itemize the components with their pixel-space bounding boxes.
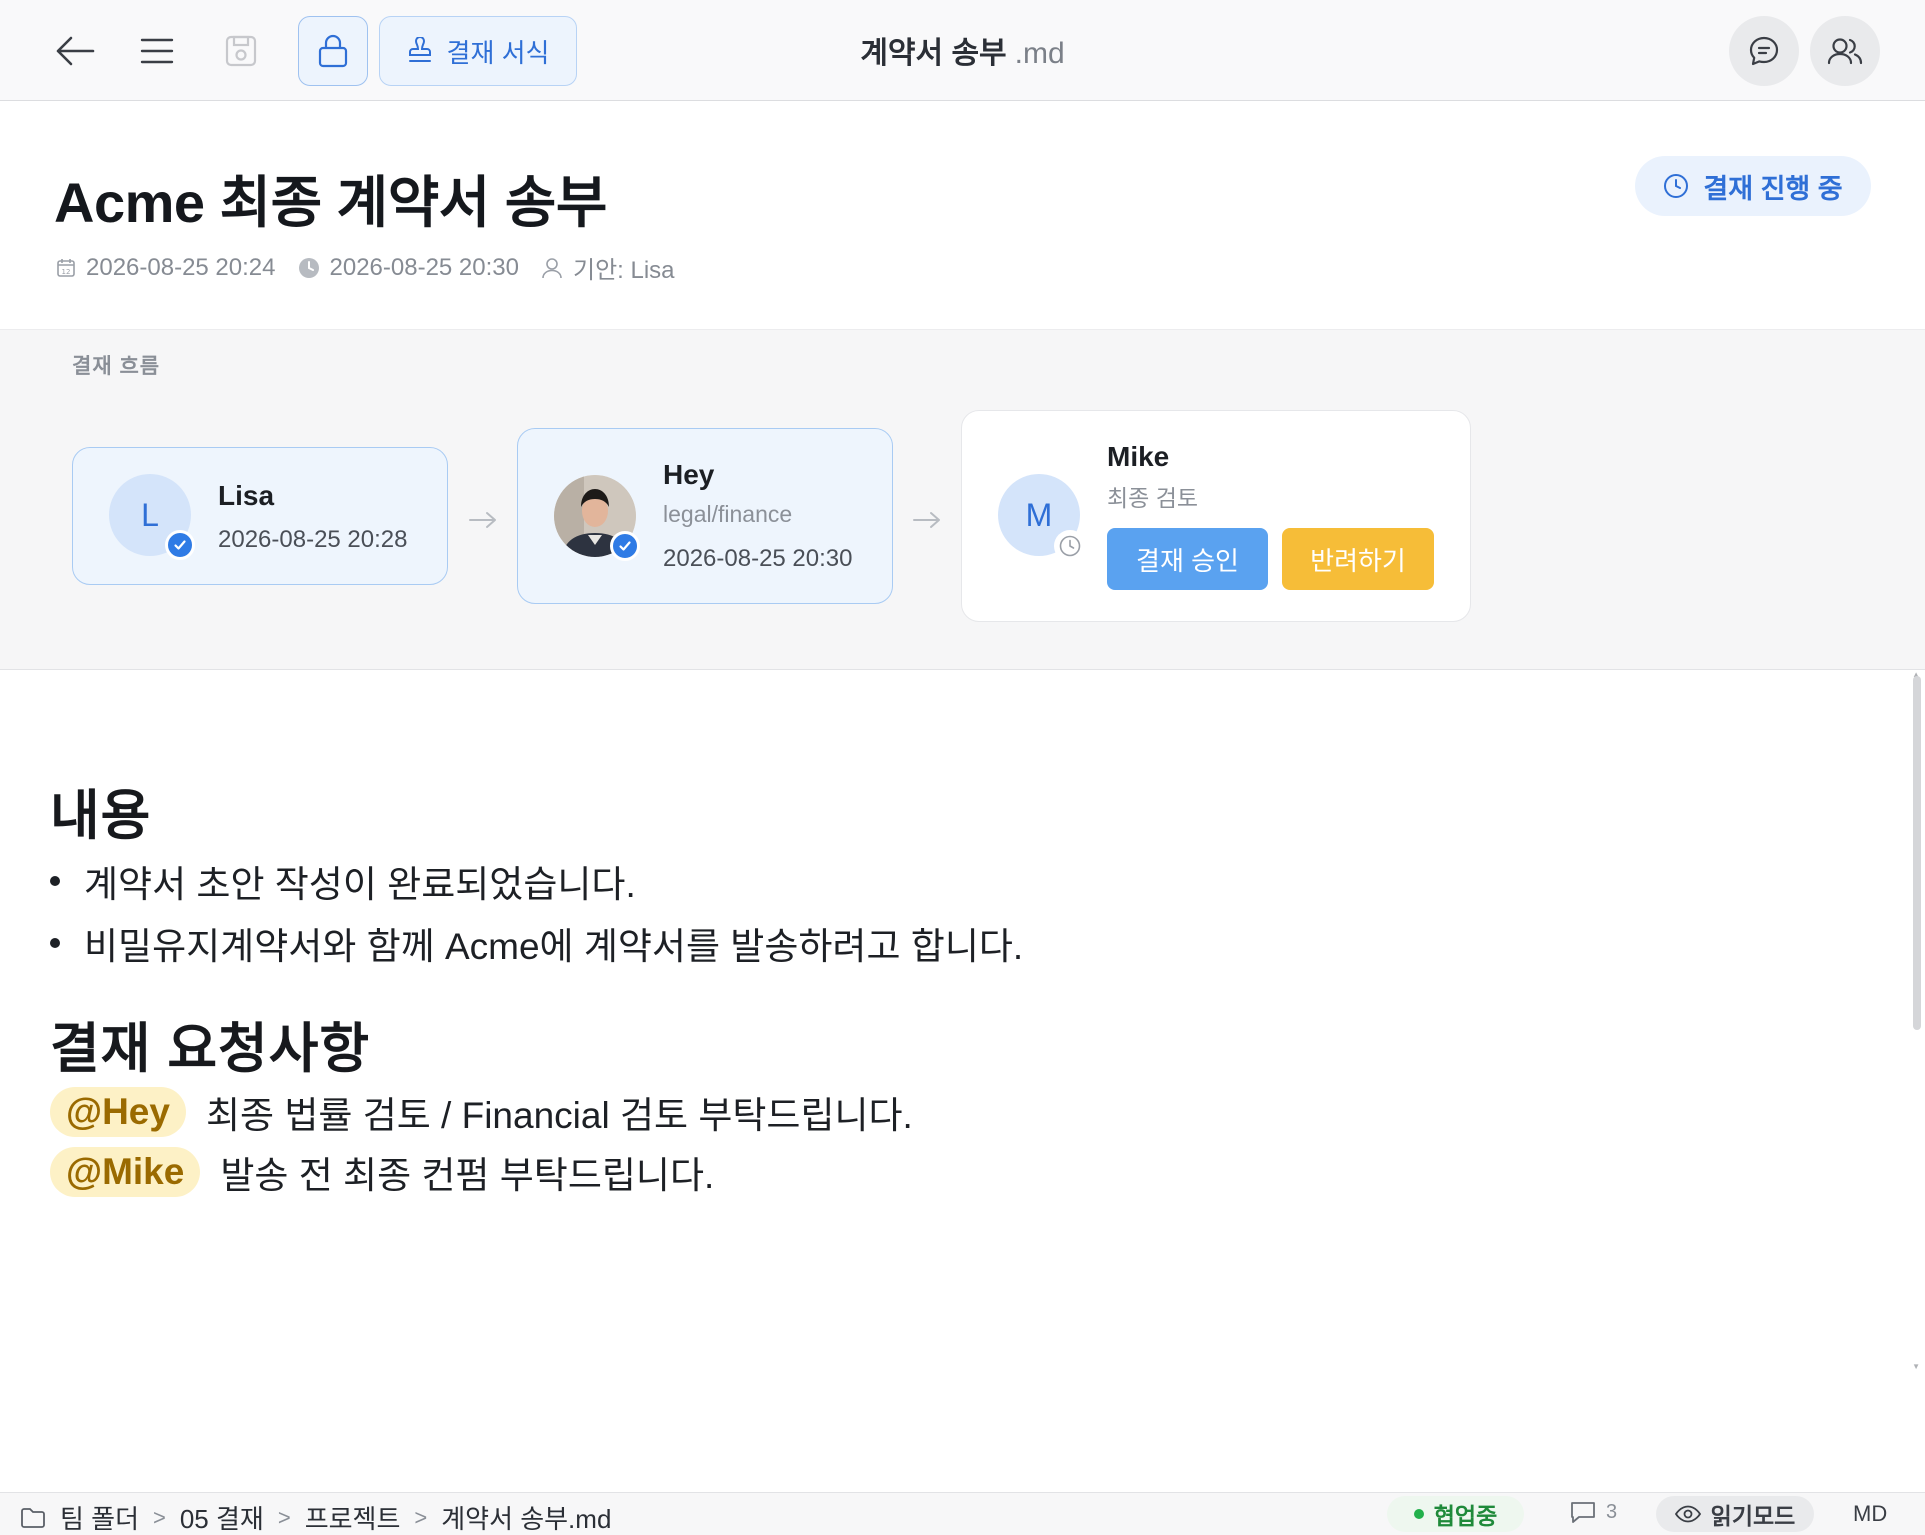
approve-button[interactable]: 결재 승인: [1107, 528, 1268, 590]
request-line: @Mike 발송 전 최종 컨펌 부탁드립니다.: [50, 1145, 714, 1199]
lock-icon: [318, 34, 348, 68]
avatar-initial: M: [1025, 496, 1053, 533]
clock-icon: [298, 257, 319, 278]
bullet-icon: [50, 876, 60, 886]
approval-flow-label: 결재 흐름: [72, 355, 161, 378]
approval-date: 2026-08-25 20:30: [663, 545, 853, 572]
person-icon: [542, 257, 562, 278]
list-item-text: 계약서 초안 작성이 완료되었습니다.: [84, 864, 636, 905]
flow-arrow-icon: [469, 512, 496, 528]
approver-name: Mike: [1107, 441, 1170, 472]
users-icon: [1827, 38, 1863, 65]
approver-role: 최종 검토: [1107, 485, 1199, 511]
section-heading-content: 내용: [50, 786, 152, 846]
top-toolbar: 결재 서식 계약서 송부 .md: [0, 0, 1925, 101]
chevron-right-icon: >: [277, 1504, 291, 1530]
avatar-initial: L: [141, 496, 159, 533]
save-button[interactable]: [210, 16, 272, 86]
document-header: Acme 최종 계약서 송부 12 2026-08-25 20:24 2026-…: [0, 102, 1925, 330]
breadcrumb-item[interactable]: 05 결재: [180, 1499, 264, 1535]
bullet-icon: [50, 938, 60, 948]
avatar: M: [998, 474, 1086, 562]
request-text: 최종 법률 검토 / Financial 검토 부탁드립니다.: [205, 1095, 913, 1136]
svg-text:12: 12: [62, 268, 71, 276]
hamburger-icon: [140, 38, 174, 64]
clock-icon: [1664, 174, 1689, 198]
mention-mike[interactable]: @Mike: [50, 1147, 201, 1197]
save-icon: [225, 35, 257, 67]
list-item-text: 비밀유지계약서와 함께 Acme에 계약서를 발송하려고 합니다.: [84, 926, 1024, 967]
comment-icon: [1571, 1502, 1595, 1523]
approver-name: Lisa: [218, 480, 275, 511]
modified-date-value: 2026-08-25 20:30: [329, 253, 520, 281]
pending-clock-icon: [1054, 530, 1086, 562]
document-meta: 12 2026-08-25 20:24 2026-08-25 20:30 기안:…: [56, 250, 697, 285]
approver-card-hey[interactable]: Hey legal/finance 2026-08-25 20:30: [517, 428, 893, 604]
status-bar: 팀 폴더 > 05 결재 > 프로젝트 > 계약서 송부.md 협업중 3 읽기…: [0, 1492, 1925, 1535]
stamp-icon: [408, 37, 431, 62]
chevron-right-icon: >: [152, 1504, 166, 1530]
request-line: @Hey 최종 법률 검토 / Financial 검토 부탁드립니다.: [50, 1085, 913, 1139]
flow-arrow-icon: [913, 512, 940, 528]
created-date-value: 2026-08-25 20:24: [86, 253, 276, 281]
created-date: 12 2026-08-25 20:24: [56, 254, 276, 282]
avatar: L: [109, 474, 195, 560]
comment-count-value: 3: [1606, 1500, 1618, 1523]
approver-card-mike[interactable]: M Mike 최종 검토 결재 승인 반려하기: [961, 410, 1471, 622]
section-heading-requests: 결재 요청사항: [50, 1019, 371, 1079]
avatar: [554, 475, 640, 561]
approval-flow: 결재 흐름 L Lisa 2026-08-25 20:28 Hey legal/…: [0, 330, 1925, 670]
scroll-down-icon[interactable]: ▼: [1912, 1362, 1920, 1371]
approver-name: Hey: [663, 459, 715, 490]
reject-button[interactable]: 반려하기: [1282, 528, 1434, 590]
status-label: 결재 진행 중: [1703, 173, 1843, 204]
document-title: 계약서 송부 .md: [0, 28, 1925, 72]
comments-button[interactable]: [1729, 16, 1799, 86]
arrow-left-icon: [56, 36, 95, 66]
breadcrumb-item[interactable]: 팀 폴더: [60, 1499, 139, 1535]
back-button[interactable]: [44, 16, 106, 86]
lock-button[interactable]: [298, 16, 368, 86]
document-extension: .md: [1014, 37, 1065, 70]
online-dot-icon: [1413, 1509, 1424, 1519]
status-badge: 결재 진행 중: [1635, 156, 1871, 216]
approver-role: legal/finance: [663, 501, 793, 527]
chevron-right-icon: >: [414, 1504, 428, 1530]
approval-form-label: 결재 서식: [446, 37, 550, 68]
approver-card-lisa[interactable]: L Lisa 2026-08-25 20:28: [72, 447, 448, 585]
drafter-value: 기안: Lisa: [573, 257, 675, 284]
approval-date: 2026-08-25 20:28: [218, 526, 408, 553]
modified-date: 2026-08-25 20:30: [298, 253, 520, 282]
collaborators-button[interactable]: [1810, 16, 1880, 86]
drafter: 기안: Lisa: [541, 250, 675, 285]
approved-check-icon: [165, 530, 195, 560]
read-mode-label: 읽기모드: [1710, 1503, 1796, 1529]
list-item: 비밀유지계약서와 함께 Acme에 계약서를 발송하려고 합니다.: [50, 916, 1023, 970]
collab-label: 협업중: [1433, 1503, 1498, 1529]
collab-status[interactable]: 협업중: [1387, 1496, 1524, 1532]
breadcrumb-item[interactable]: 프로젝트: [305, 1499, 401, 1535]
list-item: 계약서 초안 작성이 완료되었습니다.: [50, 854, 636, 908]
menu-button[interactable]: [126, 16, 188, 86]
approval-form-button[interactable]: 결재 서식: [379, 16, 577, 86]
eye-icon: [1674, 1505, 1701, 1523]
read-mode-button[interactable]: 읽기모드: [1656, 1496, 1814, 1532]
document-name: 계약서 송부: [860, 37, 1007, 70]
chat-icon: [1749, 36, 1779, 66]
approved-check-icon: [610, 531, 640, 561]
mention-hey[interactable]: @Hey: [50, 1087, 186, 1137]
calendar-icon: 12: [57, 258, 75, 277]
page-title: Acme 최종 계약서 송부: [54, 171, 607, 234]
document-body[interactable]: 내용 계약서 초안 작성이 완료되었습니다. 비밀유지계약서와 함께 Acme에…: [0, 671, 1912, 1491]
breadcrumb-item[interactable]: 계약서 송부.md: [441, 1499, 611, 1535]
folder-icon: [21, 1507, 45, 1528]
file-format: MD: [1853, 1501, 1888, 1526]
scrollbar-thumb[interactable]: [1913, 676, 1921, 1030]
comment-count[interactable]: 3: [1570, 1500, 1617, 1524]
request-text: 발송 전 최종 컨펌 부탁드립니다.: [220, 1155, 715, 1196]
breadcrumb: 팀 폴더 > 05 결재 > 프로젝트 > 계약서 송부.md: [20, 1499, 611, 1535]
